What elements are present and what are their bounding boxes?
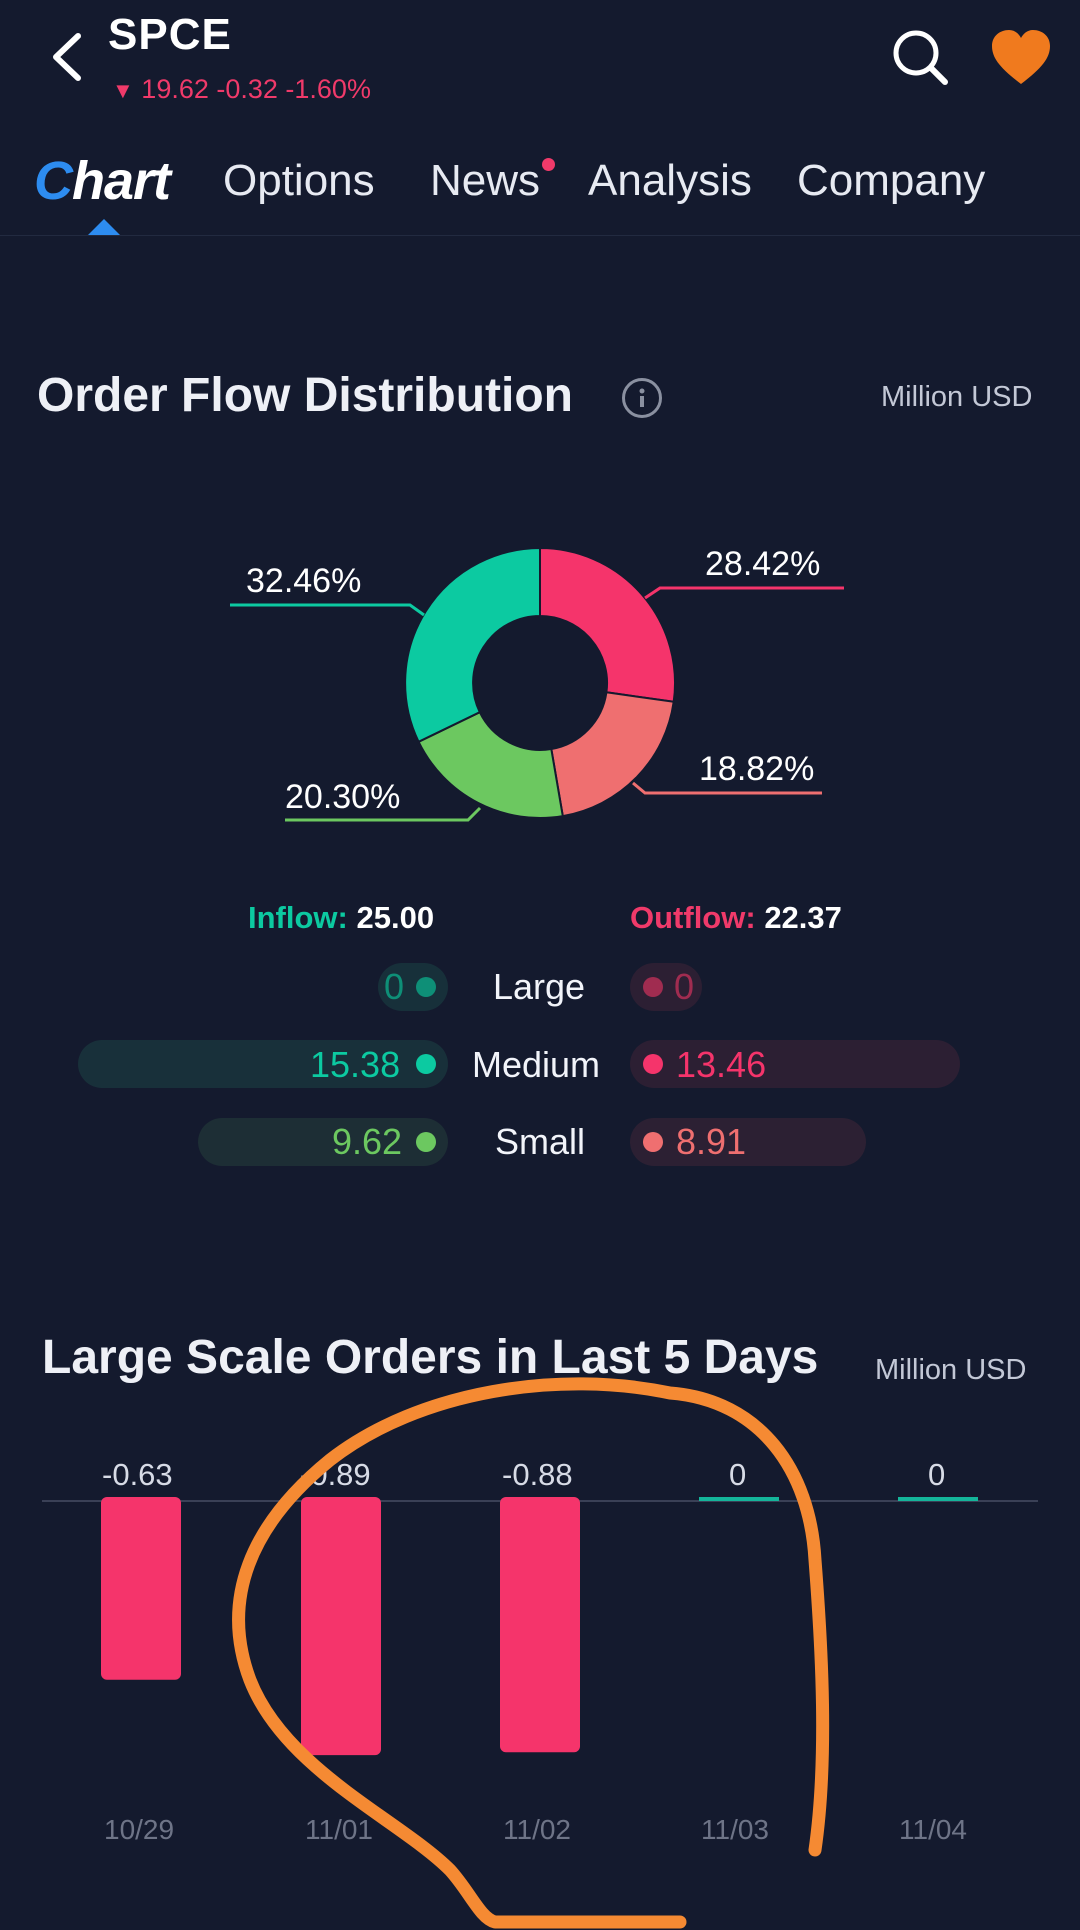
small-inflow-pill: [198, 1118, 448, 1166]
row-label-small: Small: [495, 1121, 586, 1162]
donut-label-outflow-small: 18.82%: [699, 750, 815, 788]
large-inflow-dot: [416, 977, 436, 997]
medium-outflow-value: 13.46: [676, 1044, 767, 1085]
donut-label-outflow-medium: 28.42%: [705, 545, 821, 583]
heart-icon[interactable]: [990, 28, 1052, 88]
donut-label-inflow-medium: 32.46%: [246, 562, 362, 600]
medium-outflow-dot: [643, 1054, 663, 1074]
donut-label-inflow-small: 20.30%: [285, 778, 401, 816]
row-label-large: Large: [493, 966, 586, 1007]
order-flow-title: Order Flow Distribution: [37, 369, 573, 422]
outflow-total: Outflow: 22.37: [630, 900, 842, 935]
tab-company[interactable]: Company: [797, 156, 985, 206]
donut-segment-inflow-medium: [404, 546, 541, 744]
small-inflow-value: 9.62: [332, 1121, 403, 1162]
tab-analysis[interactable]: Analysis: [588, 156, 752, 206]
large-inflow-value: 0: [384, 966, 405, 1007]
small-outflow-value: 8.91: [676, 1121, 747, 1162]
news-notification-dot: [542, 158, 555, 171]
tab-news[interactable]: News: [430, 156, 540, 206]
inflow-total: Inflow: 25.00: [248, 900, 435, 935]
tab-divider: [0, 235, 1080, 236]
price-change: ▼ 19.62 -0.32 -1.60%: [112, 74, 371, 104]
small-inflow-dot: [416, 1132, 436, 1152]
search-icon[interactable]: [885, 22, 955, 92]
small-outflow-pill: [630, 1118, 866, 1166]
leader-line-outflow-medium: [644, 586, 844, 600]
row-label-medium: Medium: [472, 1044, 601, 1085]
medium-inflow-dot: [416, 1054, 436, 1074]
orange-annotation-scribble: [232, 1377, 830, 1929]
small-outflow-dot: [643, 1132, 663, 1152]
tab-chart[interactable]: Chart: [34, 150, 171, 212]
large-outflow-dot: [643, 977, 663, 997]
donut-segment-outflow-small: [550, 691, 675, 818]
order-flow-unit: Million USD: [881, 381, 1033, 413]
down-arrow-icon: ▼: [112, 78, 134, 103]
back-icon[interactable]: [40, 22, 100, 92]
info-icon[interactable]: [622, 378, 662, 418]
ticker-symbol: SPCE: [108, 10, 232, 59]
active-tab-indicator: [88, 219, 120, 235]
medium-inflow-value: 15.38: [310, 1044, 401, 1085]
tab-options[interactable]: Options: [223, 156, 375, 206]
large-outflow-value: 0: [674, 966, 695, 1007]
leader-line-inflow-medium: [230, 603, 425, 617]
order-flow-donut-chart: [230, 546, 844, 822]
donut-segment-outflow-medium: [539, 546, 677, 703]
